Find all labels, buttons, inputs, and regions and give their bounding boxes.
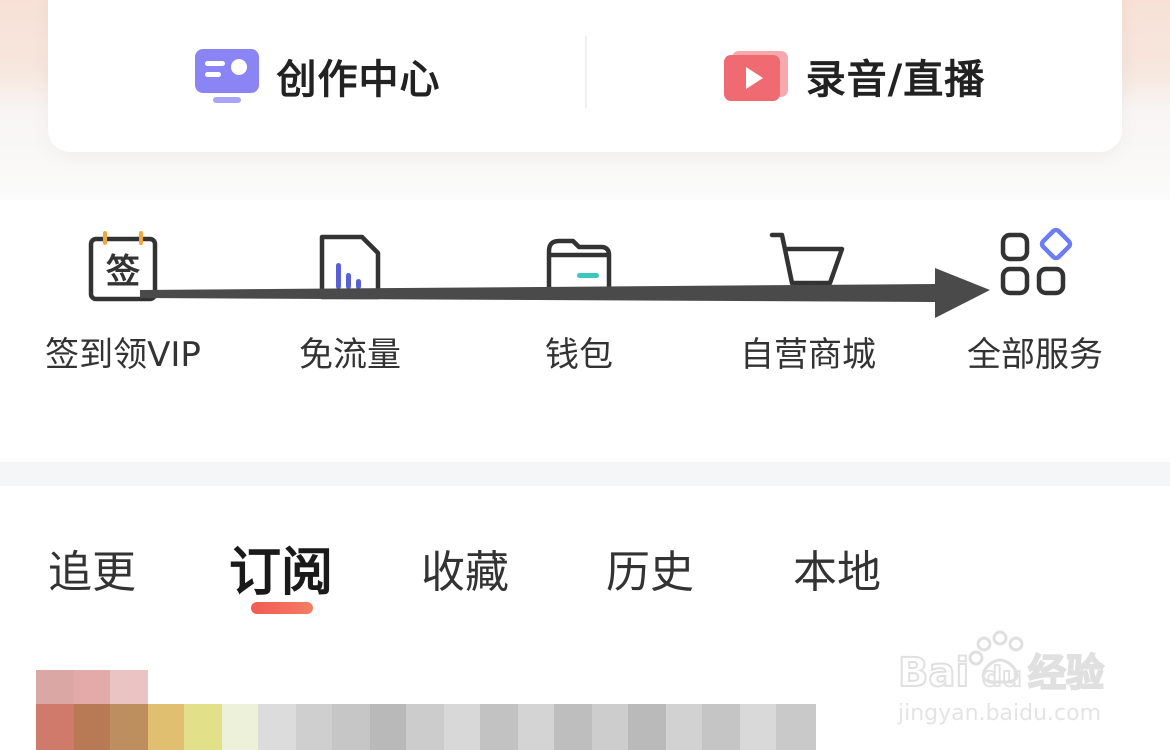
service-label-wallet: 钱包 bbox=[545, 335, 613, 375]
watermark-brand: Bai bbox=[898, 650, 969, 696]
section-separator bbox=[0, 462, 1170, 486]
creator-dashboard-icon bbox=[194, 49, 259, 103]
tab-subscriptions[interactable]: 订阅 bbox=[229, 530, 333, 605]
tab-history[interactable]: 历史 bbox=[606, 536, 694, 600]
quick-actions-card: 创作中心 录音/直播 bbox=[48, 0, 1122, 152]
creator-center-button[interactable]: 创作中心 bbox=[48, 0, 585, 152]
blurred-content-thumbnail bbox=[36, 670, 816, 750]
tab-following[interactable]: 追更 bbox=[48, 536, 136, 600]
watermark-brand-suffix: du bbox=[982, 660, 1022, 693]
watermark-brand-cn: 经验 bbox=[1028, 651, 1104, 695]
all-services-grid-icon bbox=[1000, 227, 1073, 296]
baidu-jingyan-watermark: Bai du 经验 jingyan.baidu.com bbox=[897, 630, 1105, 726]
tab-favorites[interactable]: 收藏 bbox=[421, 536, 509, 600]
play-video-icon bbox=[723, 51, 788, 101]
service-label-data-free: 免流量 bbox=[299, 335, 401, 375]
creator-center-label: 创作中心 bbox=[276, 57, 441, 103]
service-label-checkin-vip: 签到领VIP bbox=[45, 335, 201, 375]
calendar-checkin-text: 签 bbox=[106, 252, 140, 292]
tab-local[interactable]: 本地 bbox=[793, 536, 881, 600]
active-tab-indicator bbox=[251, 602, 313, 614]
annotation-arrow bbox=[140, 268, 990, 318]
record-live-button[interactable]: 录音/直播 bbox=[585, 0, 1122, 152]
watermark-url: jingyan.baidu.com bbox=[897, 701, 1101, 726]
record-live-label: 录音/直播 bbox=[805, 57, 986, 103]
service-label-mall: 自营商城 bbox=[740, 335, 876, 375]
service-label-all: 全部服务 bbox=[967, 335, 1103, 375]
content-tabs: 追更 订阅 收藏 历史 本地 bbox=[0, 530, 1170, 620]
